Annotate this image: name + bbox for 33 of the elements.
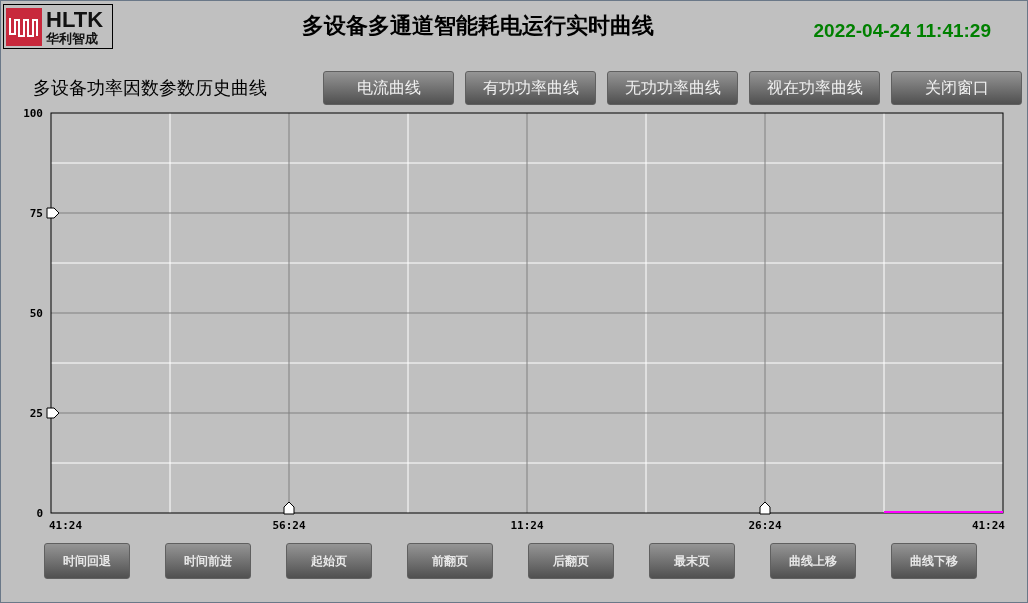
cursor-marker-icon[interactable]	[283, 501, 295, 515]
y-tick-label: 100	[23, 107, 43, 120]
y-tick-label: 0	[36, 507, 43, 520]
cursor-marker-icon[interactable]	[759, 501, 771, 515]
command-button[interactable]: 时间回退	[44, 543, 130, 579]
command-button[interactable]: 视在功率曲线	[749, 71, 880, 105]
command-button[interactable]: 起始页	[286, 543, 372, 579]
y-tick-label: 25	[29, 407, 43, 420]
logo-mark-icon	[6, 7, 42, 46]
logo-subtitle: 华利智成	[46, 31, 99, 45]
command-button[interactable]: 关闭窗口	[891, 71, 1022, 105]
cursor-marker-icon[interactable]	[46, 207, 60, 219]
datetime-text: 2022-04-24 11:41:29	[813, 20, 991, 42]
x-tick-label: 41:24	[49, 519, 83, 532]
command-button[interactable]: 时间前进	[165, 543, 251, 579]
command-button[interactable]: 无功功率曲线	[607, 71, 738, 105]
chart-heading: 多设备功率因数参数历史曲线	[33, 76, 268, 100]
y-tick-label: 75	[29, 207, 43, 220]
y-tick-label: 50	[29, 307, 43, 320]
logo-text: HLTK	[46, 8, 104, 31]
command-button[interactable]: 曲线下移	[891, 543, 977, 579]
command-button[interactable]: 曲线上移	[770, 543, 856, 579]
x-tick-label: 41:24	[971, 519, 1005, 532]
command-button[interactable]: 前翻页	[407, 543, 493, 579]
x-tick-label: 11:24	[510, 519, 544, 532]
cursor-marker-icon[interactable]	[46, 407, 60, 419]
command-button[interactable]: 电流曲线	[323, 71, 454, 105]
x-tick-label: 26:24	[748, 519, 782, 532]
page-title: 多设备多通道智能耗电运行实时曲线	[301, 12, 656, 40]
command-button[interactable]: 最末页	[649, 543, 735, 579]
command-button[interactable]: 后翻页	[528, 543, 614, 579]
x-tick-label: 56:24	[272, 519, 306, 532]
command-button[interactable]: 有功功率曲线	[465, 71, 596, 105]
